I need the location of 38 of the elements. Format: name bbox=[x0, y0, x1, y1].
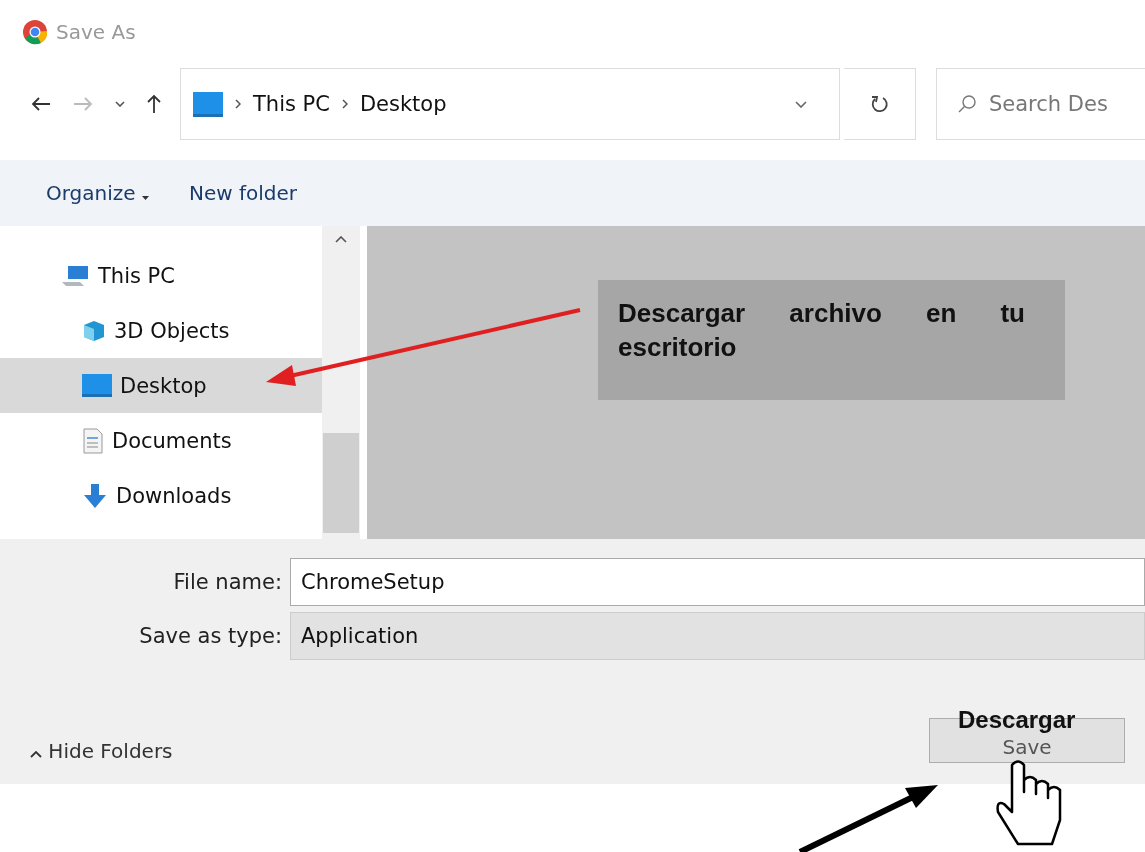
sidebar-item[interactable]: Downloads bbox=[0, 468, 322, 523]
browser-logo-icon bbox=[22, 19, 48, 45]
down-arrow-icon bbox=[82, 482, 108, 509]
sidebar-item[interactable]: 3D Objects bbox=[0, 303, 322, 358]
field-label: Save as type: bbox=[138, 624, 283, 648]
scroll-up-icon[interactable] bbox=[335, 236, 347, 243]
sidebar-item[interactable]: This PC bbox=[0, 248, 322, 303]
scrollbar[interactable] bbox=[322, 226, 360, 539]
sidebar-item[interactable]: Desktop bbox=[0, 358, 322, 413]
refresh-icon bbox=[870, 95, 889, 113]
desktop-icon bbox=[82, 374, 112, 397]
callout-box: Descargar archivo en tu escritorio bbox=[598, 280, 1065, 400]
search-icon bbox=[957, 94, 977, 114]
up-arrow-icon[interactable] bbox=[147, 94, 161, 114]
back-arrow-icon[interactable] bbox=[31, 97, 51, 111]
caret-icon bbox=[141, 196, 149, 200]
window-title: Save As bbox=[56, 20, 136, 44]
caret-icon[interactable] bbox=[795, 100, 807, 108]
hand-cursor-icon bbox=[996, 760, 1062, 846]
cube-icon bbox=[82, 318, 106, 343]
new-folder-button[interactable]: New folder bbox=[188, 181, 297, 205]
document-icon bbox=[82, 427, 104, 454]
chevron-icon bbox=[235, 99, 241, 109]
breadcrumb[interactable]: Desktop bbox=[359, 92, 447, 116]
caret-icon[interactable] bbox=[115, 101, 125, 107]
caret-icon bbox=[30, 751, 42, 758]
desktop-icon bbox=[193, 91, 223, 117]
sidebar-item[interactable]: Documents bbox=[0, 413, 322, 468]
field-label: File name: bbox=[172, 570, 283, 594]
breadcrumb[interactable]: This PC bbox=[253, 92, 330, 116]
chevron-icon bbox=[341, 99, 348, 109]
file-name-field[interactable]: ChromeSetup bbox=[290, 558, 1145, 606]
hide-folders-button[interactable]: Hide Folders bbox=[30, 739, 173, 763]
address-bar[interactable]: This PC Desktop bbox=[180, 68, 840, 140]
computer-icon bbox=[62, 264, 90, 287]
file-type-dropdown[interactable]: Application bbox=[290, 612, 1145, 660]
search-field[interactable]: Search Des bbox=[936, 68, 1145, 140]
organize-menu[interactable]: Organize bbox=[46, 181, 149, 205]
